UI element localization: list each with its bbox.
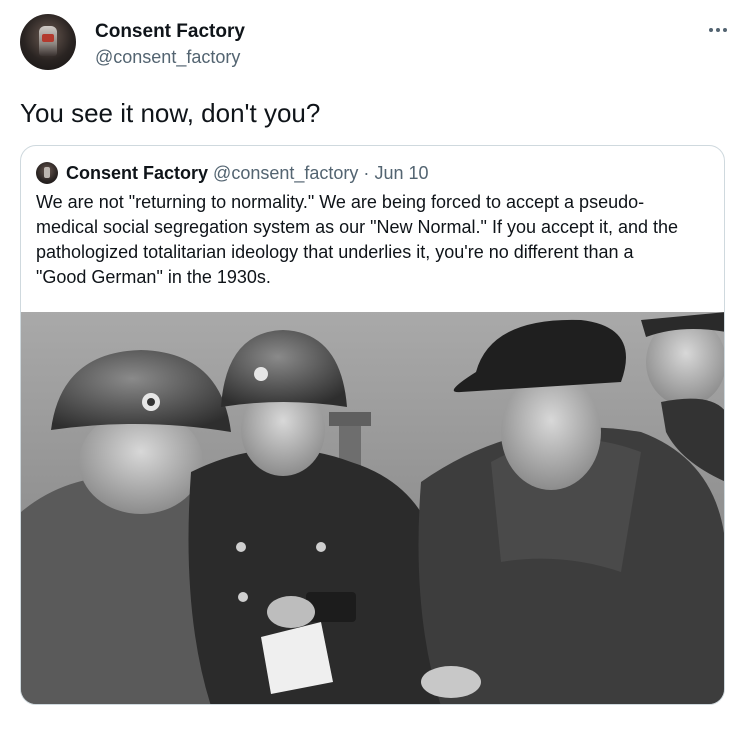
photo-illustration	[21, 312, 724, 704]
quoted-author-avatar	[36, 162, 58, 184]
quoted-tweet[interactable]: Consent Factory @consent_factory · Jun 1…	[20, 145, 725, 705]
tweet-text: You see it now, don't you?	[20, 98, 321, 128]
quoted-display-name: Consent Factory	[66, 163, 209, 183]
quoted-separator: ·	[363, 163, 370, 183]
author-display-name[interactable]: Consent Factory	[95, 20, 245, 44]
quoted-avatar-figure	[44, 167, 50, 178]
quoted-date[interactable]: Jun 10	[374, 163, 428, 183]
quoted-text-line: pathologized totalitarian ideology that …	[36, 242, 634, 262]
quoted-tweet-photo[interactable]	[21, 312, 724, 704]
quoted-tweet-text: We are not "returning to normality." We …	[36, 190, 716, 290]
quoted-tweet-header: Consent Factory @consent_factory · Jun 1…	[66, 161, 428, 185]
tweet: Consent Factory @consent_factory You see…	[0, 0, 750, 735]
quoted-text-line: We are not "returning to normality." We …	[36, 192, 645, 212]
quoted-text-line: medical social segregation system as our…	[36, 217, 679, 237]
author-avatar[interactable]	[20, 14, 76, 70]
quoted-text-line: "Good German" in the 1930s.	[36, 267, 271, 287]
author-handle[interactable]: @consent_factory	[95, 45, 240, 69]
avatar-accent	[42, 34, 54, 42]
more-horizontal-icon[interactable]	[706, 18, 730, 42]
quoted-handle: @consent_factory	[213, 163, 359, 183]
